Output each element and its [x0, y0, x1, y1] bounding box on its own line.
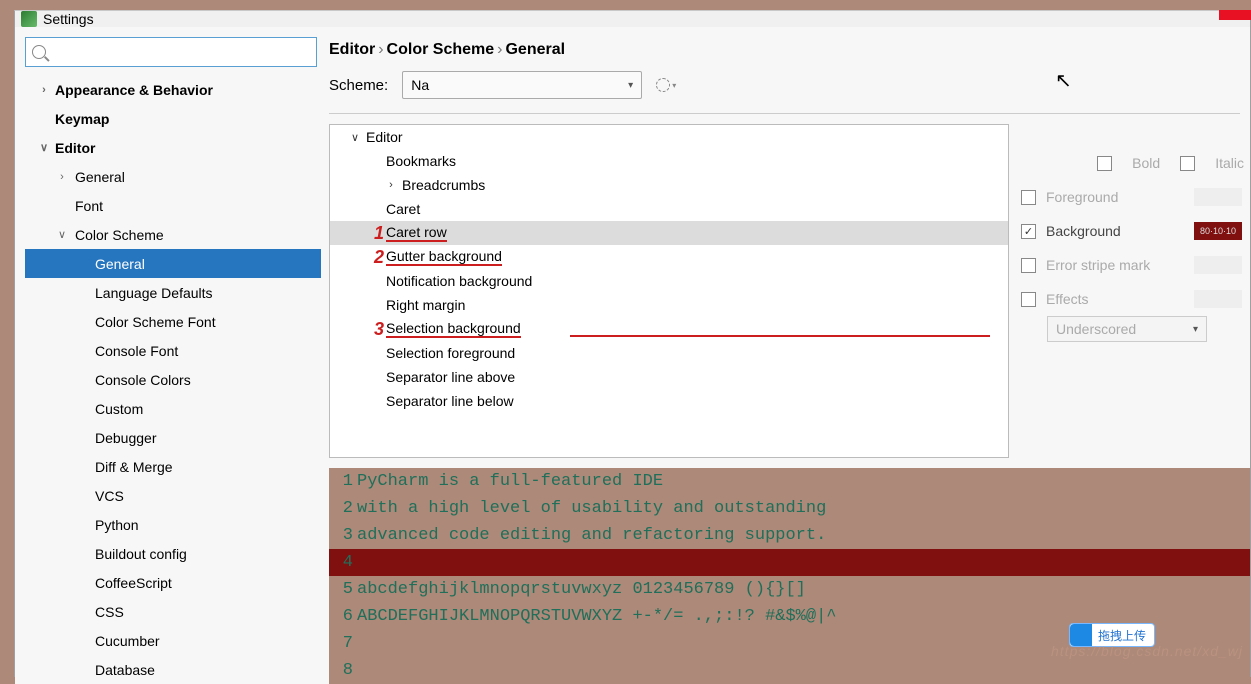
- preview-line: 1PyCharm is a full-featured IDE: [329, 468, 1250, 495]
- foreground-checkbox[interactable]: [1021, 190, 1036, 205]
- scheme-select[interactable]: Na ▾: [402, 71, 642, 99]
- scheme-label: Scheme:: [329, 77, 388, 94]
- tree-item[interactable]: General: [25, 249, 321, 278]
- errorstripe-checkbox[interactable]: [1021, 258, 1036, 273]
- attr-item[interactable]: ›Breadcrumbs: [330, 173, 1008, 197]
- attr-item[interactable]: 2Gutter background: [330, 245, 1008, 269]
- tree-item[interactable]: ∨Editor: [25, 133, 321, 162]
- tree-item[interactable]: Python: [25, 510, 321, 539]
- window-title: Settings: [43, 11, 94, 27]
- watermark: https://blog.csdn.net/xd_wj: [1051, 643, 1243, 659]
- main-panel: Editor›Color Scheme›General Scheme: Na ▾…: [329, 37, 1250, 684]
- attr-item[interactable]: 3Selection background: [330, 317, 1008, 341]
- tree-item[interactable]: Debugger: [25, 423, 321, 452]
- tree-item[interactable]: ∨Color Scheme: [25, 220, 321, 249]
- background-swatch[interactable]: 80·10·10: [1194, 222, 1242, 240]
- tree-item[interactable]: ›General: [25, 162, 321, 191]
- app-icon: [21, 11, 37, 27]
- preview-line: 3advanced code editing and refactoring s…: [329, 522, 1250, 549]
- preview-line: 4: [329, 549, 1250, 576]
- tree-item[interactable]: Buildout config: [25, 539, 321, 568]
- errorstripe-swatch[interactable]: [1194, 256, 1242, 274]
- attr-item[interactable]: Selection foreground: [330, 341, 1008, 365]
- close-button[interactable]: [1219, 10, 1251, 20]
- tree-item[interactable]: Console Colors: [25, 365, 321, 394]
- attribute-tree[interactable]: ∨EditorBookmarks›BreadcrumbsCaret1Caret …: [329, 124, 1009, 458]
- chevron-down-icon: ▾: [628, 80, 633, 91]
- preview-line: 8: [329, 657, 1250, 684]
- attr-item[interactable]: Bookmarks: [330, 149, 1008, 173]
- properties-panel: Bold Italic Foreground ✓ Background 80·1…: [1021, 124, 1250, 458]
- italic-checkbox[interactable]: [1180, 156, 1195, 171]
- foreground-swatch[interactable]: [1194, 188, 1242, 206]
- chevron-down-icon: ▾: [1193, 324, 1198, 335]
- tree-item[interactable]: ›Appearance & Behavior: [25, 75, 321, 104]
- scheme-row: Scheme: Na ▾ ▾: [329, 71, 1240, 114]
- effects-checkbox[interactable]: [1021, 292, 1036, 307]
- breadcrumb: Editor›Color Scheme›General: [329, 37, 1250, 71]
- search-input[interactable]: [52, 38, 316, 66]
- attr-item[interactable]: Separator line below: [330, 389, 1008, 413]
- preview-line: 5abcdefghijklmnopqrstuvwxyz 0123456789 (…: [329, 576, 1250, 603]
- bold-checkbox[interactable]: [1097, 156, 1112, 171]
- attr-item[interactable]: Notification background: [330, 269, 1008, 293]
- tree-item[interactable]: Font: [25, 191, 321, 220]
- tree-item[interactable]: CoffeeScript: [25, 568, 321, 597]
- attr-item[interactable]: 1Caret row: [330, 221, 1008, 245]
- effects-select[interactable]: Underscored ▾: [1047, 316, 1207, 342]
- search-box[interactable]: [25, 37, 317, 67]
- chevron-down-icon: ▾: [672, 81, 676, 90]
- preview-line: 2with a high level of usability and outs…: [329, 495, 1250, 522]
- tree-item[interactable]: Color Scheme Font: [25, 307, 321, 336]
- tree-item[interactable]: CSS: [25, 597, 321, 626]
- sidebar: ›Appearance & BehaviorKeymap∨Editor›Gene…: [25, 37, 325, 684]
- tree-item[interactable]: Keymap: [25, 104, 321, 133]
- gear-icon: [656, 78, 670, 92]
- dialog-body: ›Appearance & BehaviorKeymap∨Editor›Gene…: [15, 27, 1250, 684]
- search-icon: [32, 45, 46, 59]
- attr-item[interactable]: Right margin: [330, 293, 1008, 317]
- tree-item[interactable]: Database: [25, 655, 321, 684]
- attr-item[interactable]: ∨Editor: [330, 125, 1008, 149]
- tree-item[interactable]: VCS: [25, 481, 321, 510]
- content-row: ∨EditorBookmarks›BreadcrumbsCaret1Caret …: [329, 124, 1250, 458]
- titlebar[interactable]: Settings: [15, 11, 1250, 27]
- tree-item[interactable]: Cucumber: [25, 626, 321, 655]
- effects-swatch[interactable]: [1194, 290, 1242, 308]
- attr-item[interactable]: Caret: [330, 197, 1008, 221]
- attr-item[interactable]: Separator line above: [330, 365, 1008, 389]
- background-checkbox[interactable]: ✓: [1021, 224, 1036, 239]
- tree-item[interactable]: Diff & Merge: [25, 452, 321, 481]
- scheme-actions[interactable]: ▾: [656, 78, 676, 92]
- tree-item[interactable]: Language Defaults: [25, 278, 321, 307]
- tree-item[interactable]: Custom: [25, 394, 321, 423]
- tree-item[interactable]: Console Font: [25, 336, 321, 365]
- settings-window: Settings ›Appearance & BehaviorKeymap∨Ed…: [14, 10, 1251, 677]
- settings-tree[interactable]: ›Appearance & BehaviorKeymap∨Editor›Gene…: [25, 75, 325, 684]
